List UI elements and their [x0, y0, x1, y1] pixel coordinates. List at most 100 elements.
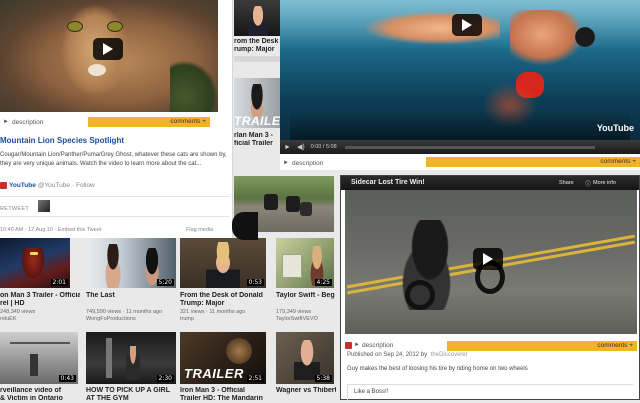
video-views: 179,349 views — [276, 309, 312, 315]
comments-button[interactable]: comments + — [447, 341, 637, 351]
comments-button[interactable]: comments + — [88, 117, 210, 127]
description-toggle[interactable]: description — [362, 342, 393, 349]
video-thumbnail-the-last[interactable]: 5:20 — [86, 238, 176, 288]
video-thumbnail-gym[interactable]: 2:30 — [86, 332, 176, 384]
duration-badge: 0:53 — [246, 279, 264, 286]
youtube-watermark[interactable]: YouTube — [597, 123, 634, 133]
info-icon[interactable]: ⓘ — [585, 179, 591, 188]
video-views: 321 views · 11 months ago — [180, 309, 246, 315]
video-player-mountain-lion[interactable] — [0, 0, 218, 112]
person-figure — [206, 242, 240, 288]
video-thumbnail-trump[interactable]: 0:53 — [180, 238, 266, 288]
rider-shape — [300, 202, 312, 216]
video-views: 749,590 views · 11 months ago — [86, 309, 163, 315]
video-title-line2[interactable]: Trump: Major — [180, 300, 270, 308]
wheel-shape — [405, 280, 435, 310]
seafloor-shade — [290, 110, 630, 140]
tweet-video-title[interactable]: Mountain Lion Species Spotlight — [0, 136, 124, 145]
video-title[interactable]: Taylor Swift - Beg — [276, 292, 336, 300]
share-button[interactable]: Share — [559, 180, 574, 186]
video-channel[interactable]: WongFuProductions — [86, 316, 176, 323]
published-date: Published on Sep 24, 2012 by — [347, 352, 428, 358]
video-title[interactable]: rlan Man 3 - — [234, 132, 280, 140]
building-shape — [282, 254, 302, 278]
video-title[interactable]: on Man 3 Trailer - Official — [0, 292, 80, 300]
video-title-line2[interactable]: AT THE GYM — [86, 395, 176, 403]
video-title-line2[interactable]: rump: Major — [234, 46, 280, 54]
description-toggle[interactable]: description — [292, 160, 323, 167]
pillar-shape — [106, 338, 112, 378]
overlay-tab[interactable] — [232, 212, 258, 240]
video-title[interactable]: The Last — [86, 292, 176, 300]
duration-badge: 2:30 — [156, 375, 174, 382]
comments-button[interactable]: comments + — [426, 157, 640, 167]
right-card: Sidecar Lost Tire Win! Share ⓘ More info… — [340, 175, 640, 400]
rider-shape — [264, 194, 278, 210]
description-toggle[interactable]: description — [12, 119, 43, 126]
video-thumbnail-surveillance[interactable]: 0:43 — [0, 332, 78, 384]
collapse-arrow-icon[interactable]: ► — [283, 160, 289, 166]
left-card: ► description comments + Mountain Lion S… — [0, 0, 233, 238]
play-button[interactable] — [93, 38, 123, 60]
flag-media-link[interactable]: Flag media — [186, 227, 213, 233]
rider-shape — [286, 196, 300, 212]
divider — [0, 196, 230, 197]
lion-eye — [68, 22, 82, 31]
collapse-arrow-icon[interactable]: ► — [3, 119, 9, 125]
video-title-line2[interactable]: rel | HD — [0, 300, 80, 308]
trailer-text: TRAILER — [184, 366, 244, 381]
uploader-link[interactable]: theDiscoverer — [431, 352, 468, 358]
tweet-timestamp[interactable]: 10:40 AM - 12 Aug 10 · Embed this Tweet — [0, 227, 101, 233]
retweeter-avatar[interactable] — [38, 200, 50, 212]
lion-eye — [108, 22, 122, 31]
video-thumbnail-iron-man[interactable]: 2:01 — [0, 238, 70, 288]
volume-icon[interactable]: ◀) — [297, 143, 305, 151]
person-figure — [100, 244, 126, 288]
video-description: Guy makes the best of loosing his tire b… — [347, 366, 528, 372]
retweet-label[interactable]: RETWEET — [0, 206, 29, 212]
progress-bar[interactable] — [344, 145, 595, 149]
video-title-line2[interactable]: ficial Trailer — [234, 140, 280, 148]
video-channel[interactable]: trump — [180, 316, 270, 323]
video-title[interactable]: rveillance video of — [0, 387, 80, 395]
video-title[interactable]: From the Desk of Donald — [180, 292, 270, 300]
play-icon — [103, 43, 113, 55]
video-title[interactable]: HOW TO PICK UP A GIRL — [86, 387, 176, 395]
person-figure — [248, 6, 268, 36]
video-player-underwater[interactable]: YouTube — [280, 0, 640, 140]
video-title[interactable]: Wagner vs Thibert — [276, 387, 336, 395]
video-title-line2[interactable]: Trailer HD: The Mandarin — [180, 395, 270, 403]
play-button[interactable] — [473, 248, 503, 270]
person-figure — [126, 346, 140, 380]
play-icon — [462, 19, 472, 31]
duration-badge: 0:43 — [58, 375, 76, 382]
person-figure — [294, 340, 320, 380]
author-handle[interactable]: @YouTube — [38, 182, 70, 189]
person-figure — [224, 336, 254, 366]
video-title[interactable]: Sidecar Lost Tire Win! — [351, 179, 425, 186]
video-thumbnail-mid-person[interactable]: TRAILER — [234, 78, 280, 128]
comment-entry[interactable]: Like a Boss!! — [347, 384, 633, 400]
video-thumbnail-taylor-swift[interactable]: 4:25 — [276, 238, 334, 288]
play-icon[interactable]: ► — [284, 144, 291, 151]
more-info-button[interactable]: More info — [593, 180, 616, 186]
video-player-sidecar[interactable] — [345, 190, 637, 334]
video-thumbnail-wagner[interactable]: 5:38 — [276, 332, 334, 384]
video-channel[interactable]: reluEK — [0, 316, 80, 323]
collapse-arrow-icon[interactable]: ► — [354, 342, 360, 348]
player-controls: ► ◀) 0:00 / 5:08 — [280, 140, 640, 154]
video-thumbnail-mid-trump[interactable] — [234, 0, 280, 36]
video-title[interactable]: Iron Man 3 - Official — [180, 387, 270, 395]
youtube-logo-icon — [0, 182, 7, 189]
play-button[interactable] — [452, 14, 482, 36]
duration-badge: 5:20 — [156, 279, 174, 286]
duration-badge: 2:51 — [246, 375, 264, 382]
video-thumbnail-iron-man-trailer[interactable]: TRAILER 2:51 — [180, 332, 266, 384]
published-info: Published on Sep 24, 2012 by theDiscover… — [347, 352, 468, 358]
swimmer-head — [570, 22, 600, 52]
video-title-line2[interactable]: & Victim in Ontario — [0, 395, 80, 403]
follow-link[interactable]: · Follow — [72, 182, 95, 189]
author-name[interactable]: YouTube — [9, 182, 36, 189]
video-title[interactable]: rom the Desk — [234, 38, 280, 46]
video-channel[interactable]: TaylorSwiftVEVO — [276, 316, 336, 323]
